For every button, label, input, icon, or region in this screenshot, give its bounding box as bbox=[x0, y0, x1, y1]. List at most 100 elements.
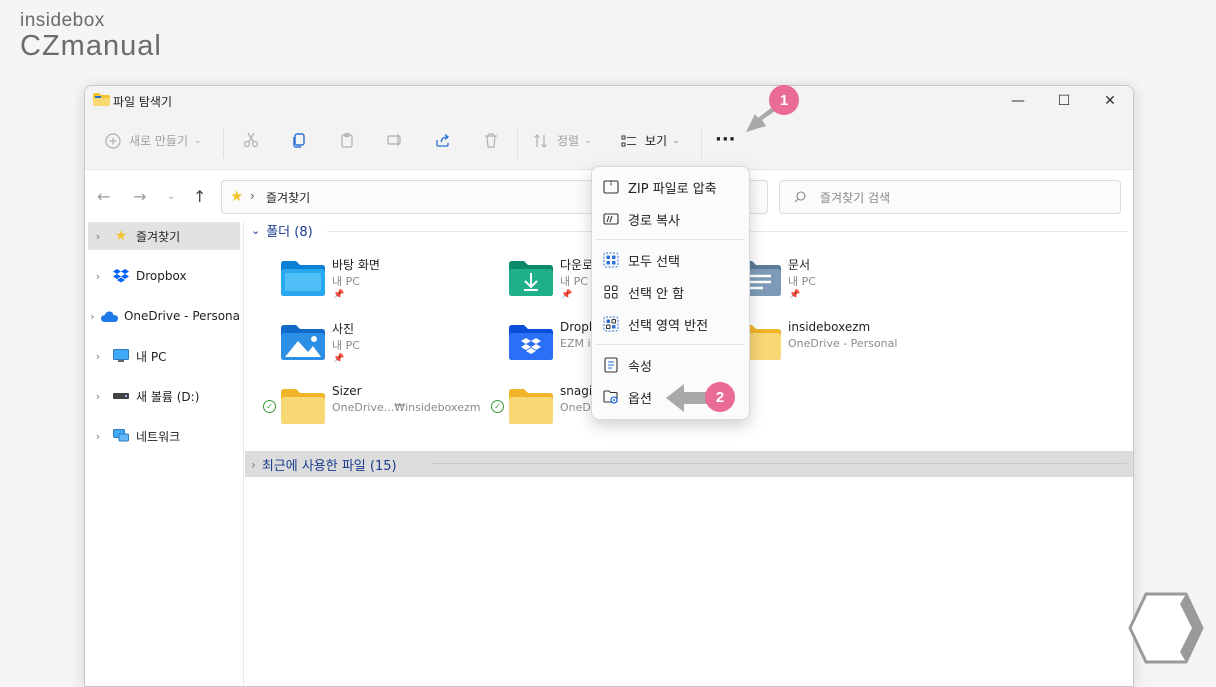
drive-icon bbox=[112, 389, 130, 403]
sidebar-item-label: 즐겨찾기 bbox=[136, 229, 181, 244]
menu-item-label: ZIP 파일로 압축 bbox=[628, 181, 717, 197]
forward-arrow-icon[interactable]: → bbox=[133, 187, 146, 206]
brand-line2: CZmanual bbox=[20, 30, 162, 62]
window-title: 파일 탐색기 bbox=[113, 95, 173, 109]
copy-button[interactable] bbox=[291, 132, 307, 148]
menu-item-copy-path[interactable]: 경로 복사 bbox=[592, 204, 749, 234]
sort-label: 정렬 bbox=[557, 134, 580, 148]
chevron-right-icon: › bbox=[95, 349, 101, 363]
annotation-arrow-2 bbox=[666, 384, 710, 412]
more-options-button[interactable]: ··· bbox=[715, 129, 736, 150]
menu-item-label: 선택 영역 반전 bbox=[628, 318, 709, 334]
chevron-right-icon: › bbox=[95, 389, 101, 403]
divider bbox=[701, 128, 702, 158]
plus-circle-icon bbox=[105, 132, 121, 149]
zip-icon bbox=[602, 178, 620, 196]
chevron-right-icon: › bbox=[251, 457, 256, 472]
desktop-folder-icon bbox=[281, 261, 325, 296]
search-icon bbox=[794, 191, 806, 203]
folder-location: 내 PC bbox=[332, 339, 360, 352]
new-button[interactable]: 새로 만들기 ⌄ bbox=[105, 132, 202, 149]
maximize-button[interactable]: ☐ bbox=[1041, 86, 1087, 116]
menu-item-select-all[interactable]: 모두 선택 bbox=[592, 245, 749, 275]
select-all-icon bbox=[602, 251, 620, 269]
folder-name: Sizer bbox=[332, 384, 362, 398]
recent-group-label: 최근에 사용한 파일 (15) bbox=[261, 459, 397, 474]
sidebar-item-dropbox[interactable]: › Dropbox bbox=[88, 262, 240, 290]
rename-button[interactable] bbox=[387, 132, 403, 148]
folder-tile[interactable]: ✓ Sizer OneDrive...₩insideboxezm bbox=[245, 376, 480, 434]
sidebar-item-this-pc[interactable]: › 내 PC bbox=[88, 342, 240, 370]
pin-icon: 📌 bbox=[789, 290, 801, 300]
menu-item-properties[interactable]: 속성 bbox=[592, 350, 749, 380]
folder-name: 바탕 화면 bbox=[332, 258, 380, 272]
step-badge-1: 1 bbox=[769, 85, 799, 115]
back-arrow-icon[interactable]: ← bbox=[97, 187, 110, 206]
sidebar-item-onedrive[interactable]: › OneDrive - Persona bbox=[88, 302, 240, 330]
folder-icon bbox=[93, 93, 110, 106]
menu-item-label: 속성 bbox=[628, 359, 652, 375]
folder-tile[interactable]: 바탕 화면 내 PC 📌 bbox=[245, 248, 465, 306]
folder-location: 내 PC bbox=[332, 275, 360, 288]
share-icon bbox=[436, 134, 450, 147]
sync-status-icon: ✓ bbox=[263, 400, 276, 413]
breadcrumb-chevron-icon: › bbox=[250, 189, 255, 203]
paste-button[interactable] bbox=[339, 132, 355, 148]
chevron-down-icon: ⌄ bbox=[672, 135, 680, 146]
menu-item-invert-selection[interactable]: 선택 영역 반전 bbox=[592, 309, 749, 339]
sidebar-item-volume-d[interactable]: › 새 볼륨 (D:) bbox=[88, 382, 240, 410]
folder-name: 다운로 bbox=[560, 258, 594, 272]
dropbox-icon bbox=[112, 269, 130, 283]
chevron-down-icon: ⌄ bbox=[584, 135, 592, 146]
delete-button[interactable] bbox=[483, 132, 499, 148]
recent-group-header: › 최근에 사용한 파일 (15) bbox=[251, 455, 397, 475]
sidebar-item-label: OneDrive - Persona bbox=[123, 309, 240, 323]
menu-divider bbox=[596, 239, 745, 240]
star-icon: ★ bbox=[230, 187, 244, 205]
up-arrow-icon[interactable]: ↑ bbox=[193, 187, 206, 206]
downloads-folder-icon bbox=[509, 261, 553, 296]
rename-icon bbox=[387, 134, 401, 146]
close-button[interactable]: ✕ bbox=[1087, 86, 1133, 116]
pin-icon: 📌 bbox=[333, 290, 345, 300]
command-bar: 새로 만들기 ⌄ 정렬 ⌄ 보기 ⌄ ··· bbox=[85, 116, 1133, 170]
folder-location: OneDrive - Personal bbox=[788, 337, 898, 350]
menu-item-label: 경로 복사 bbox=[628, 213, 680, 229]
sidebar-item-network[interactable]: › 네트워크 bbox=[88, 422, 240, 450]
menu-item-zip[interactable]: ZIP 파일로 압축 bbox=[592, 172, 749, 202]
select-none-icon bbox=[602, 283, 620, 301]
folder-location: 내 PC bbox=[560, 275, 588, 288]
cut-button[interactable] bbox=[243, 132, 259, 148]
folder-icon bbox=[509, 389, 553, 424]
step-badge-2: 2 bbox=[705, 382, 735, 412]
scissors-icon bbox=[243, 132, 259, 148]
folder-name: 사진 bbox=[332, 322, 355, 336]
folders-group-header[interactable]: ⌄ 폴더 (8) bbox=[251, 221, 313, 240]
navigation-pane: › ★ 즐겨찾기 › Dropbox › OneDrive - Persona … bbox=[85, 222, 244, 686]
share-button[interactable] bbox=[435, 132, 451, 148]
options-icon bbox=[602, 388, 620, 406]
sidebar-item-favorites[interactable]: › ★ 즐겨찾기 bbox=[88, 222, 240, 250]
chevron-right-icon: › bbox=[95, 429, 101, 443]
more-options-menu: ZIP 파일로 압축 경로 복사 모두 선택 선택 안 함 선택 영역 반전 속… bbox=[591, 166, 750, 420]
minimize-button[interactable]: — bbox=[995, 86, 1041, 116]
hexagon-logo bbox=[1128, 592, 1204, 664]
view-button[interactable]: 보기 ⌄ bbox=[621, 132, 680, 149]
chevron-down-icon: ⌄ bbox=[194, 135, 202, 146]
star-icon: ★ bbox=[114, 228, 128, 244]
view-label: 보기 bbox=[645, 134, 668, 148]
menu-item-label: 모두 선택 bbox=[628, 254, 680, 270]
breadcrumb: 즐겨찾기 bbox=[266, 191, 311, 205]
sort-button[interactable]: 정렬 ⌄ bbox=[533, 132, 592, 149]
recent-dropdown-icon[interactable]: ⌄ bbox=[167, 191, 175, 202]
menu-item-select-none[interactable]: 선택 안 함 bbox=[592, 277, 749, 307]
divider bbox=[517, 128, 518, 158]
search-input[interactable]: 즐겨찾기 검색 bbox=[779, 180, 1121, 214]
properties-icon bbox=[602, 356, 620, 374]
brand-line1: insidebox bbox=[20, 10, 105, 31]
folder-tile[interactable]: 사진 내 PC 📌 bbox=[245, 312, 465, 370]
recent-group-row[interactable]: › 최근에 사용한 파일 (15) bbox=[245, 451, 1133, 477]
invert-selection-icon bbox=[602, 315, 620, 333]
folder-icon bbox=[281, 389, 325, 424]
menu-item-label: 옵션 bbox=[628, 391, 652, 407]
